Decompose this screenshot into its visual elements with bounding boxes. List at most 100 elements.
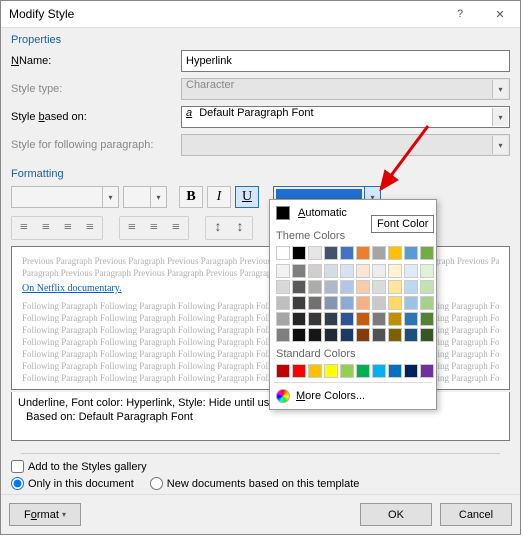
color-swatch[interactable]	[356, 264, 370, 278]
theme-shades-grid	[274, 262, 432, 344]
name-input[interactable]	[181, 50, 510, 72]
color-wheel-icon	[276, 389, 290, 403]
color-swatch[interactable]	[420, 364, 434, 378]
color-swatch[interactable]	[324, 364, 338, 378]
color-swatch[interactable]	[388, 280, 402, 294]
color-swatch[interactable]	[372, 246, 386, 260]
color-swatch[interactable]	[324, 328, 338, 342]
color-swatch[interactable]	[308, 296, 322, 310]
color-swatch[interactable]	[372, 280, 386, 294]
color-swatch[interactable]	[292, 296, 306, 310]
align-left-button: ≡	[13, 218, 35, 238]
align-justify-button: ≡	[79, 218, 101, 238]
color-swatch[interactable]	[324, 280, 338, 294]
color-swatch[interactable]	[276, 296, 290, 310]
color-swatch[interactable]	[420, 296, 434, 310]
underline-button[interactable]: U	[235, 186, 259, 208]
color-swatch[interactable]	[372, 328, 386, 342]
color-swatch[interactable]	[292, 312, 306, 326]
color-swatch[interactable]	[420, 280, 434, 294]
color-swatch[interactable]	[292, 328, 306, 342]
following-para-label: Style for following paragraph:	[11, 139, 181, 151]
color-swatch[interactable]	[372, 364, 386, 378]
color-swatch[interactable]	[356, 312, 370, 326]
line-spacing-2-button: ≡	[165, 218, 187, 238]
italic-button[interactable]: I	[207, 186, 231, 208]
color-swatch[interactable]	[388, 364, 402, 378]
color-swatch[interactable]	[292, 280, 306, 294]
color-swatch[interactable]	[276, 246, 290, 260]
color-swatch[interactable]	[308, 364, 322, 378]
color-swatch[interactable]	[372, 296, 386, 310]
chevron-down-icon: ▾	[492, 80, 508, 98]
color-swatch[interactable]	[404, 246, 418, 260]
color-swatch[interactable]	[404, 296, 418, 310]
color-swatch[interactable]	[388, 312, 402, 326]
color-swatch[interactable]	[388, 246, 402, 260]
color-swatch[interactable]	[356, 246, 370, 260]
color-swatch[interactable]	[340, 280, 354, 294]
automatic-swatch	[276, 206, 290, 220]
color-swatch[interactable]	[388, 328, 402, 342]
add-to-gallery-checkbox[interactable]: Add to the Styles gallery	[11, 460, 510, 473]
color-swatch[interactable]	[276, 280, 290, 294]
color-swatch[interactable]	[292, 264, 306, 278]
color-swatch[interactable]	[420, 312, 434, 326]
bold-button[interactable]: B	[179, 186, 203, 208]
color-swatch[interactable]	[356, 364, 370, 378]
color-swatch[interactable]	[308, 328, 322, 342]
color-swatch[interactable]	[276, 364, 290, 378]
color-swatch[interactable]	[404, 264, 418, 278]
color-swatch[interactable]	[420, 264, 434, 278]
color-swatch[interactable]	[388, 296, 402, 310]
format-menu-button[interactable]: Format ▾	[9, 503, 81, 526]
color-swatch[interactable]	[404, 280, 418, 294]
close-button[interactable]: ✕	[480, 1, 520, 28]
standard-colors-grid	[274, 362, 432, 380]
color-swatch[interactable]	[308, 246, 322, 260]
more-colors-row[interactable]: More Colors...	[274, 385, 432, 405]
color-swatch[interactable]	[324, 246, 338, 260]
color-swatch[interactable]	[292, 246, 306, 260]
based-on-select[interactable]: a Default Paragraph Font ▾	[181, 106, 510, 128]
color-swatch[interactable]	[340, 312, 354, 326]
color-swatch[interactable]	[324, 264, 338, 278]
formatting-toolbar-row1: ▾ ▾ B I U ▾	[1, 182, 520, 212]
space-before-inc-button: ↕	[207, 218, 229, 238]
color-swatch[interactable]	[340, 246, 354, 260]
automatic-label: Automatic	[298, 207, 347, 219]
only-in-document-radio[interactable]: Only in this document	[11, 477, 134, 490]
color-swatch[interactable]	[292, 364, 306, 378]
color-swatch[interactable]	[356, 280, 370, 294]
help-button[interactable]: ?	[440, 1, 480, 28]
color-swatch[interactable]	[372, 264, 386, 278]
color-swatch[interactable]	[404, 312, 418, 326]
color-swatch[interactable]	[388, 264, 402, 278]
chevron-down-icon[interactable]: ▾	[492, 108, 508, 126]
color-swatch[interactable]	[308, 312, 322, 326]
font-family-input	[12, 187, 102, 207]
color-swatch[interactable]	[340, 328, 354, 342]
color-swatch[interactable]	[324, 296, 338, 310]
color-swatch[interactable]	[340, 264, 354, 278]
color-swatch[interactable]	[404, 328, 418, 342]
color-swatch[interactable]	[276, 328, 290, 342]
ok-button[interactable]: OK	[360, 503, 432, 526]
based-on-prefix: a	[186, 107, 192, 119]
color-swatch[interactable]	[356, 328, 370, 342]
color-swatch[interactable]	[420, 328, 434, 342]
color-swatch[interactable]	[420, 246, 434, 260]
color-swatch[interactable]	[308, 264, 322, 278]
color-swatch[interactable]	[276, 312, 290, 326]
color-swatch[interactable]	[404, 364, 418, 378]
color-swatch[interactable]	[340, 364, 354, 378]
color-swatch[interactable]	[340, 296, 354, 310]
color-swatch[interactable]	[276, 264, 290, 278]
color-swatch[interactable]	[372, 312, 386, 326]
new-documents-radio[interactable]: New documents based on this template	[150, 477, 360, 490]
color-swatch[interactable]	[308, 280, 322, 294]
color-swatch[interactable]	[356, 296, 370, 310]
color-swatch[interactable]	[324, 312, 338, 326]
cancel-button[interactable]: Cancel	[440, 503, 512, 526]
name-label: NName:	[11, 55, 181, 67]
